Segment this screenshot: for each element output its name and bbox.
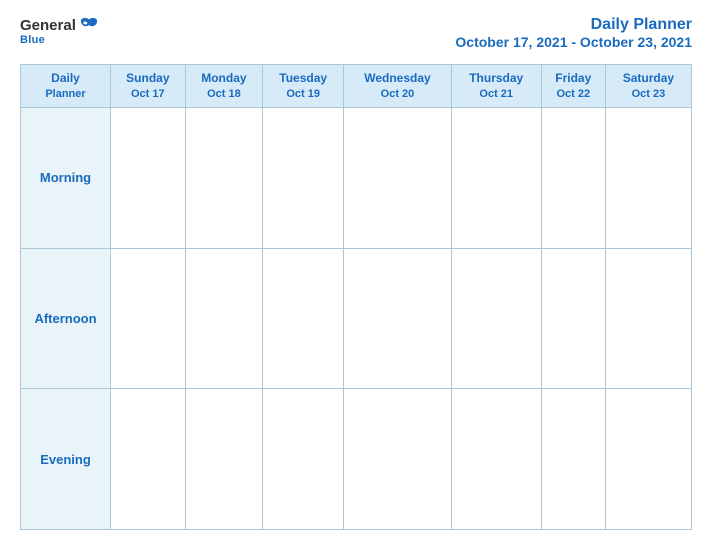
evening-label: Evening	[21, 389, 111, 530]
thursday-name: Thursday	[456, 71, 537, 87]
evening-monday-cell[interactable]	[185, 389, 263, 530]
wednesday-name: Wednesday	[348, 71, 447, 87]
morning-sunday-cell[interactable]	[111, 107, 186, 248]
header-label-line2: Planner	[25, 87, 106, 101]
friday-name: Friday	[546, 71, 601, 87]
header-friday: Friday Oct 22	[541, 65, 605, 108]
header-sunday: Sunday Oct 17	[111, 65, 186, 108]
evening-tuesday-cell[interactable]	[263, 389, 344, 530]
header-saturday: Saturday Oct 23	[605, 65, 691, 108]
evening-thursday-cell[interactable]	[451, 389, 541, 530]
logo-blue-text: Blue	[20, 34, 45, 46]
planner-date-range: October 17, 2021 - October 23, 2021	[455, 34, 692, 50]
morning-saturday-cell[interactable]	[605, 107, 691, 248]
thursday-date: Oct 21	[456, 87, 537, 101]
sunday-name: Sunday	[115, 71, 181, 87]
sunday-date: Oct 17	[115, 87, 181, 101]
afternoon-wednesday-cell[interactable]	[344, 248, 452, 389]
evening-wednesday-cell[interactable]	[344, 389, 452, 530]
morning-label: Morning	[21, 107, 111, 248]
afternoon-sunday-cell[interactable]	[111, 248, 186, 389]
logo-bird-icon	[78, 16, 100, 34]
tuesday-date: Oct 19	[267, 87, 339, 101]
header-wednesday: Wednesday Oct 20	[344, 65, 452, 108]
monday-name: Monday	[190, 71, 259, 87]
morning-monday-cell[interactable]	[185, 107, 263, 248]
wednesday-date: Oct 20	[348, 87, 447, 101]
logo-text: General	[20, 17, 76, 34]
tuesday-name: Tuesday	[267, 71, 339, 87]
evening-friday-cell[interactable]	[541, 389, 605, 530]
morning-friday-cell[interactable]	[541, 107, 605, 248]
header-tuesday: Tuesday Oct 19	[263, 65, 344, 108]
afternoon-row: Afternoon	[21, 248, 692, 389]
afternoon-thursday-cell[interactable]	[451, 248, 541, 389]
afternoon-monday-cell[interactable]	[185, 248, 263, 389]
planner-table: Daily Planner Sunday Oct 17 Monday Oct 1…	[20, 64, 692, 530]
header-thursday: Thursday Oct 21	[451, 65, 541, 108]
title-area: Daily Planner October 17, 2021 - October…	[455, 16, 692, 50]
morning-tuesday-cell[interactable]	[263, 107, 344, 248]
header-monday: Monday Oct 18	[185, 65, 263, 108]
morning-thursday-cell[interactable]	[451, 107, 541, 248]
afternoon-saturday-cell[interactable]	[605, 248, 691, 389]
evening-sunday-cell[interactable]	[111, 389, 186, 530]
header-label-line1: Daily	[25, 71, 106, 87]
morning-row: Morning	[21, 107, 692, 248]
friday-date: Oct 22	[546, 87, 601, 101]
afternoon-friday-cell[interactable]	[541, 248, 605, 389]
saturday-name: Saturday	[610, 71, 687, 87]
header-label-cell: Daily Planner	[21, 65, 111, 108]
page-header: General Blue Daily Planner October 17, 2…	[20, 16, 692, 50]
monday-date: Oct 18	[190, 87, 259, 101]
planner-title: Daily Planner	[455, 16, 692, 34]
saturday-date: Oct 23	[610, 87, 687, 101]
afternoon-label: Afternoon	[21, 248, 111, 389]
morning-wednesday-cell[interactable]	[344, 107, 452, 248]
afternoon-tuesday-cell[interactable]	[263, 248, 344, 389]
table-header-row: Daily Planner Sunday Oct 17 Monday Oct 1…	[21, 65, 692, 108]
logo-area: General Blue	[20, 16, 100, 46]
evening-saturday-cell[interactable]	[605, 389, 691, 530]
evening-row: Evening	[21, 389, 692, 530]
